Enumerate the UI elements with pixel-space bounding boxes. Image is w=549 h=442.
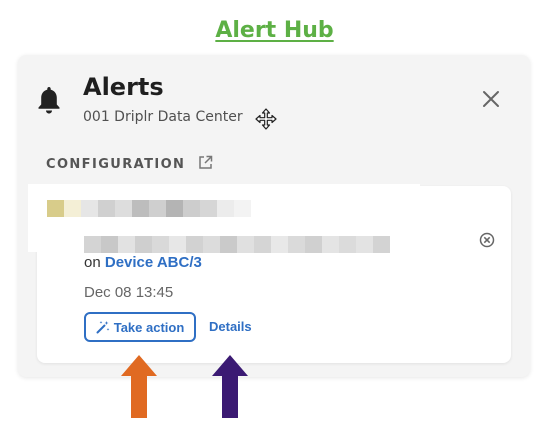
device-link[interactable]: Device ABC/3 xyxy=(105,254,202,271)
redacted-alert-description xyxy=(84,236,390,253)
take-action-button[interactable]: Take action xyxy=(84,312,196,342)
magic-wand-icon xyxy=(96,321,110,334)
alert-hub-title: Alert Hub xyxy=(215,18,334,43)
configuration-label: CONFIGURATION xyxy=(46,157,186,172)
device-prefix: on xyxy=(84,254,101,271)
purple-arrow xyxy=(212,355,248,418)
orange-arrow xyxy=(121,355,157,418)
take-action-label: Take action xyxy=(113,319,185,335)
details-link[interactable]: Details xyxy=(209,319,252,334)
bell-icon xyxy=(38,87,60,114)
move-cursor-icon xyxy=(255,108,277,130)
close-circle-icon[interactable] xyxy=(479,232,495,248)
external-link-icon[interactable] xyxy=(198,155,213,170)
redacted-alert-title xyxy=(47,200,251,217)
close-icon[interactable] xyxy=(481,89,501,109)
panel-title: Alerts xyxy=(83,73,164,101)
alert-timestamp: Dec 08 13:45 xyxy=(84,284,174,301)
device-line: on Device ABC/3 xyxy=(84,254,202,271)
panel-subtitle: 001 Driplr Data Center xyxy=(83,109,243,125)
